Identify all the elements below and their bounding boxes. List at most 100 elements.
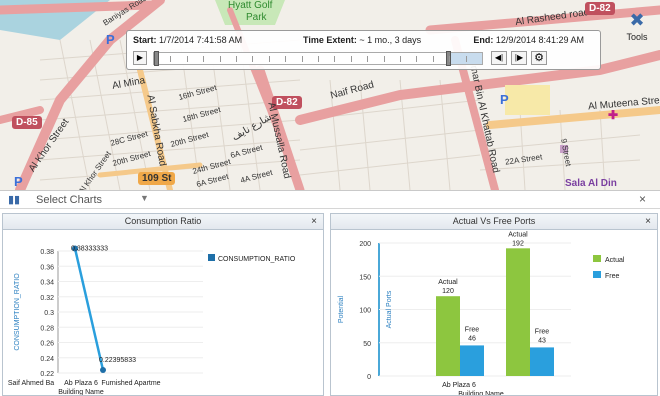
y-tick-label: 0.26: [40, 341, 54, 348]
chart-window-header: Consumption Ratio ×: [3, 214, 323, 230]
charts-panel-header: ▮▮ Select Charts ▼ ×: [0, 191, 660, 209]
y-tick-label: 150: [359, 274, 371, 281]
time-slider: Start: 1/7/2014 7:41:58 AM Time Extent: …: [126, 30, 601, 70]
data-label: 0.22395833: [99, 357, 136, 364]
next-button[interactable]: |▶: [511, 51, 527, 65]
tools-label: Tools: [626, 32, 648, 42]
x-axis-label: Building Name: [458, 391, 504, 395]
y-axis-label: CONSUMPTION_RATIO: [14, 273, 21, 351]
time-slider-tick: [334, 56, 336, 62]
bar-label: Free: [465, 326, 480, 333]
legend-swatch: [593, 255, 601, 262]
route-shield: 109 St: [138, 172, 176, 185]
x-tick-label: Ab Plaza 6: [64, 380, 98, 387]
time-slider-tick: [367, 56, 369, 62]
time-slider-tick: [350, 56, 352, 62]
charts-panel: ▮▮ Select Charts ▼ × Consumption Ratio ×…: [0, 190, 660, 396]
start-value: 1/7/2014 7:41:58 AM: [159, 35, 243, 45]
time-slider-tick: [465, 56, 467, 62]
start-label: Start:: [133, 35, 157, 45]
y-tick-label: 0.32: [40, 295, 54, 302]
chart-title: Actual Vs Free Ports: [452, 216, 536, 226]
legend-label: CONSUMPTION_RATIO: [218, 256, 296, 263]
y-tick-label: 50: [363, 341, 371, 348]
bar-label: Actual: [438, 279, 458, 286]
data-label: 43: [538, 337, 546, 344]
bar-label: Free: [535, 328, 550, 335]
map-view[interactable]: Baniyas Road Hyatt Golf Park Al Rasheed …: [0, 0, 660, 190]
y-tick-label: 0.22: [40, 371, 54, 378]
parking-icon: P: [500, 92, 509, 107]
time-slider-start-handle[interactable]: [154, 51, 159, 66]
parking-icon: P: [106, 32, 115, 47]
legend-swatch: [593, 271, 601, 278]
y-tick-label: 0: [367, 374, 371, 381]
time-slider-tick: [318, 56, 319, 62]
route-shield: D-85: [12, 116, 42, 129]
time-slider-tick: [203, 56, 205, 62]
legend-label: Actual: [605, 257, 625, 264]
free-bar: [460, 345, 484, 376]
play-button[interactable]: ▶: [133, 51, 147, 65]
free-bar: [530, 347, 554, 376]
end-label: End:: [473, 35, 494, 45]
tools-button[interactable]: ✖ Tools: [619, 8, 655, 48]
chevron-down-icon[interactable]: ▼: [140, 193, 149, 203]
route-shield: D-82: [585, 2, 615, 15]
chart-window-header: Actual Vs Free Ports ×: [331, 214, 657, 230]
actual-bar: [436, 296, 460, 376]
time-slider-tick: [268, 56, 270, 62]
data-label: 120: [442, 288, 454, 295]
end-value: 12/9/2014 8:41:29 AM: [495, 35, 584, 45]
x-tick-label: Ab Plaza 6: [442, 382, 476, 389]
y-tick-label: 0.38: [40, 249, 54, 256]
consumption-ratio-chart: 0.38 0.36 0.34 0.32 0.3 0.28 0.26 0.24 0.22 CONSU…: [8, 245, 296, 395]
chart-title: Consumption Ratio: [124, 216, 202, 226]
data-label: 0.38333333: [71, 245, 108, 252]
time-slider-track[interactable]: [153, 51, 483, 66]
actual-bar: [506, 248, 530, 376]
close-icon[interactable]: ×: [639, 192, 646, 206]
time-slider-tick: [252, 56, 254, 62]
time-slider-tick: [236, 56, 237, 62]
time-slider-tick: [449, 56, 451, 62]
select-charts-title[interactable]: Select Charts: [36, 194, 102, 206]
y2-axis-label: Potential: [338, 295, 345, 323]
y-tick-label: 0.24: [40, 356, 54, 363]
extent-label: Time Extent:: [303, 35, 357, 45]
map-label: Hyatt Golf: [228, 0, 273, 11]
tools-icon: ✖: [629, 10, 645, 30]
close-icon[interactable]: ×: [645, 214, 651, 229]
time-slider-tick: [400, 56, 401, 62]
y-tick-label: 0.28: [40, 325, 54, 332]
map-label: Park: [246, 12, 267, 23]
consumption-ratio-window: Consumption Ratio × 0.38 0.36 0.34 0.32 0.3 0…: [2, 213, 324, 396]
time-slider-tick: [219, 56, 221, 62]
time-slider-tick: [170, 56, 172, 62]
y-tick-label: 0.34: [40, 280, 54, 287]
x-tick-label: Saif Ahmed Ba: [8, 380, 54, 387]
time-slider-tick: [301, 56, 303, 62]
actual-vs-free-window: Actual Vs Free Ports × 200 150 100 50 0 Poten…: [330, 213, 658, 396]
y-tick-label: 0.3: [44, 310, 54, 317]
data-label: 192: [512, 240, 524, 247]
y-axis-label: Actual Ports: [386, 290, 393, 328]
legend-label: Free: [605, 273, 620, 280]
chart-icon: ▮▮: [8, 194, 21, 206]
time-slider-tick: [285, 56, 287, 62]
y-tick-label: 0.36: [40, 264, 54, 271]
extent-value: ~ 1 mo., 3 days: [359, 35, 422, 45]
time-slider-tick: [383, 56, 385, 62]
time-slider-tick: [416, 56, 418, 62]
x-tick-label: Furnished Apartme: [101, 380, 160, 387]
legend-swatch: [208, 254, 215, 261]
x-axis-label: Building Name: [58, 389, 104, 395]
time-slider-tick: [432, 56, 434, 62]
previous-button[interactable]: ◀|: [491, 51, 507, 65]
map-label: Sala Al Din: [565, 178, 617, 189]
close-icon[interactable]: ×: [311, 214, 317, 229]
y-tick-label: 200: [359, 241, 371, 248]
data-label: 46: [468, 335, 476, 342]
gear-icon[interactable]: ⚙: [531, 51, 547, 65]
time-slider-tick: [186, 56, 188, 62]
